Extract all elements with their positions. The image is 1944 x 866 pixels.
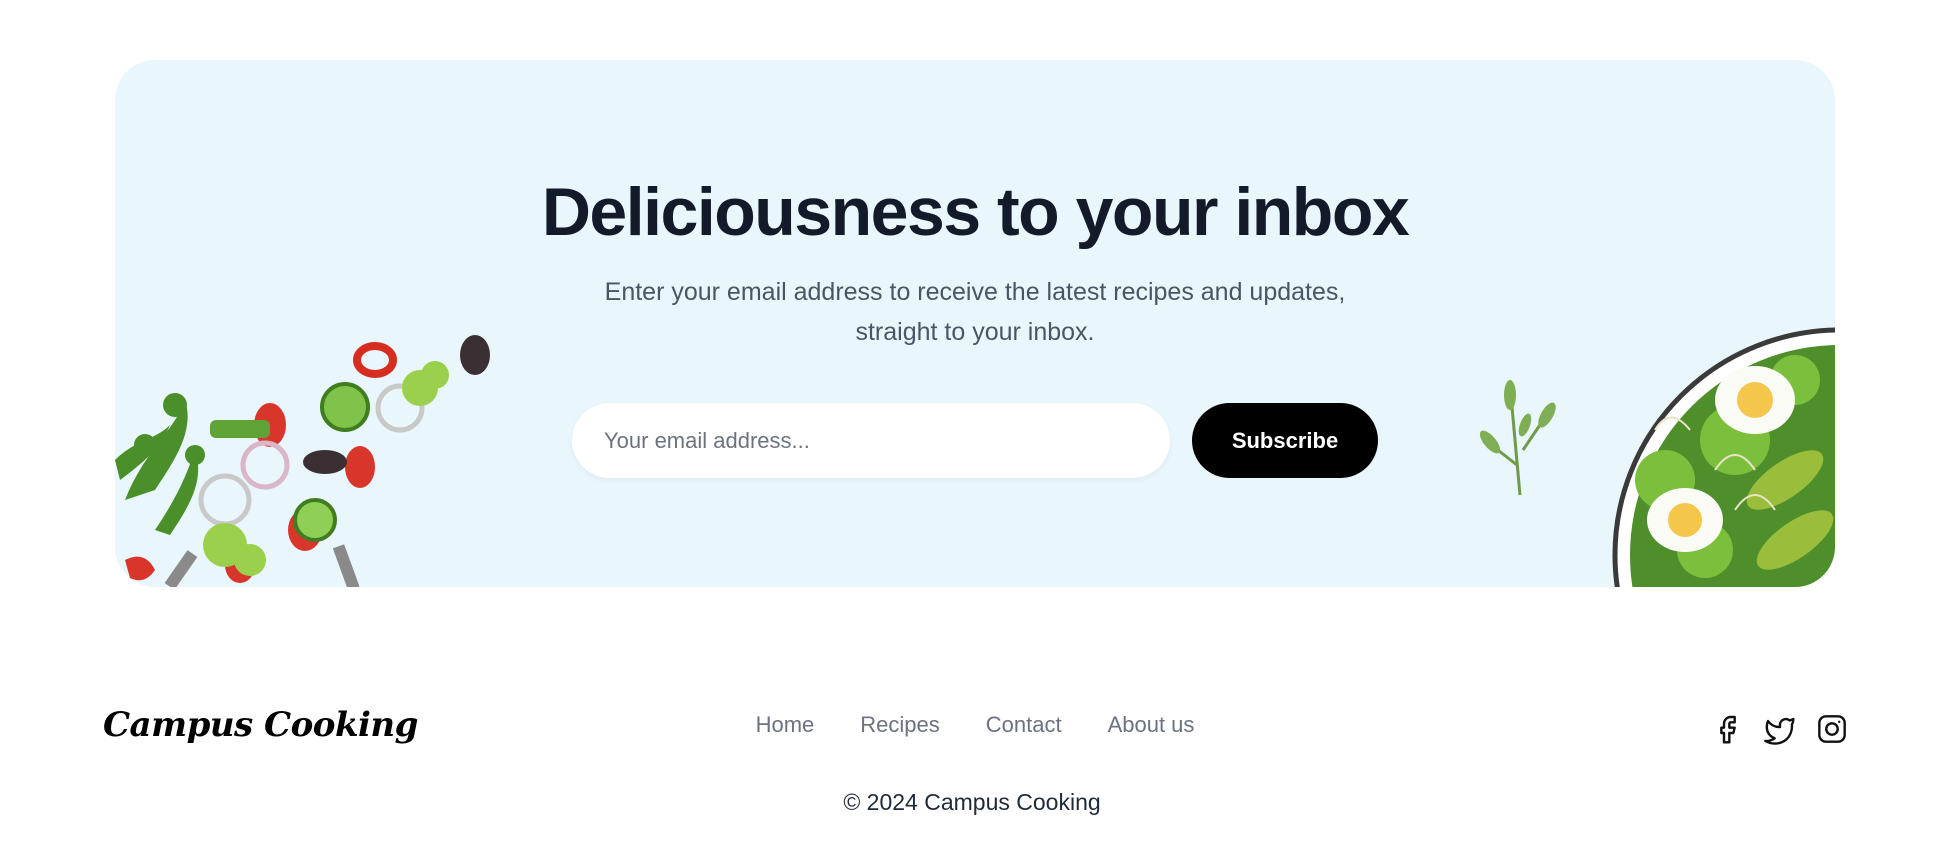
instagram-icon[interactable] [1816, 713, 1848, 745]
footer-nav-about[interactable]: About us [1108, 712, 1195, 738]
newsletter-banner: Deliciousness to your inbox Enter your e… [115, 60, 1835, 587]
arugula-sprig-illustration [1479, 380, 1556, 496]
facebook-icon[interactable] [1712, 713, 1744, 745]
parsley-leaves [115, 393, 205, 535]
email-input[interactable] [572, 403, 1170, 478]
social-links [1712, 713, 1848, 745]
footer-nav-recipes[interactable]: Recipes [860, 712, 939, 738]
newsletter-subtitle: Enter your email address to receive the … [604, 278, 1346, 346]
newsletter-title: Deliciousness to your inbox [541, 174, 1410, 250]
salad-ingredients-illustration [115, 335, 490, 587]
subscribe-button[interactable]: Subscribe [1192, 403, 1378, 478]
twitter-icon[interactable] [1764, 713, 1796, 745]
copyright-text: © 2024 Campus Cooking [843, 789, 1101, 815]
footer-nav: Home Recipes Contact About us [0, 712, 1944, 738]
salad-bowl-illustration [1612, 327, 1835, 587]
footer-nav-contact[interactable]: Contact [986, 712, 1062, 738]
footer-nav-home[interactable]: Home [756, 712, 815, 738]
pepper-ring [353, 342, 397, 378]
